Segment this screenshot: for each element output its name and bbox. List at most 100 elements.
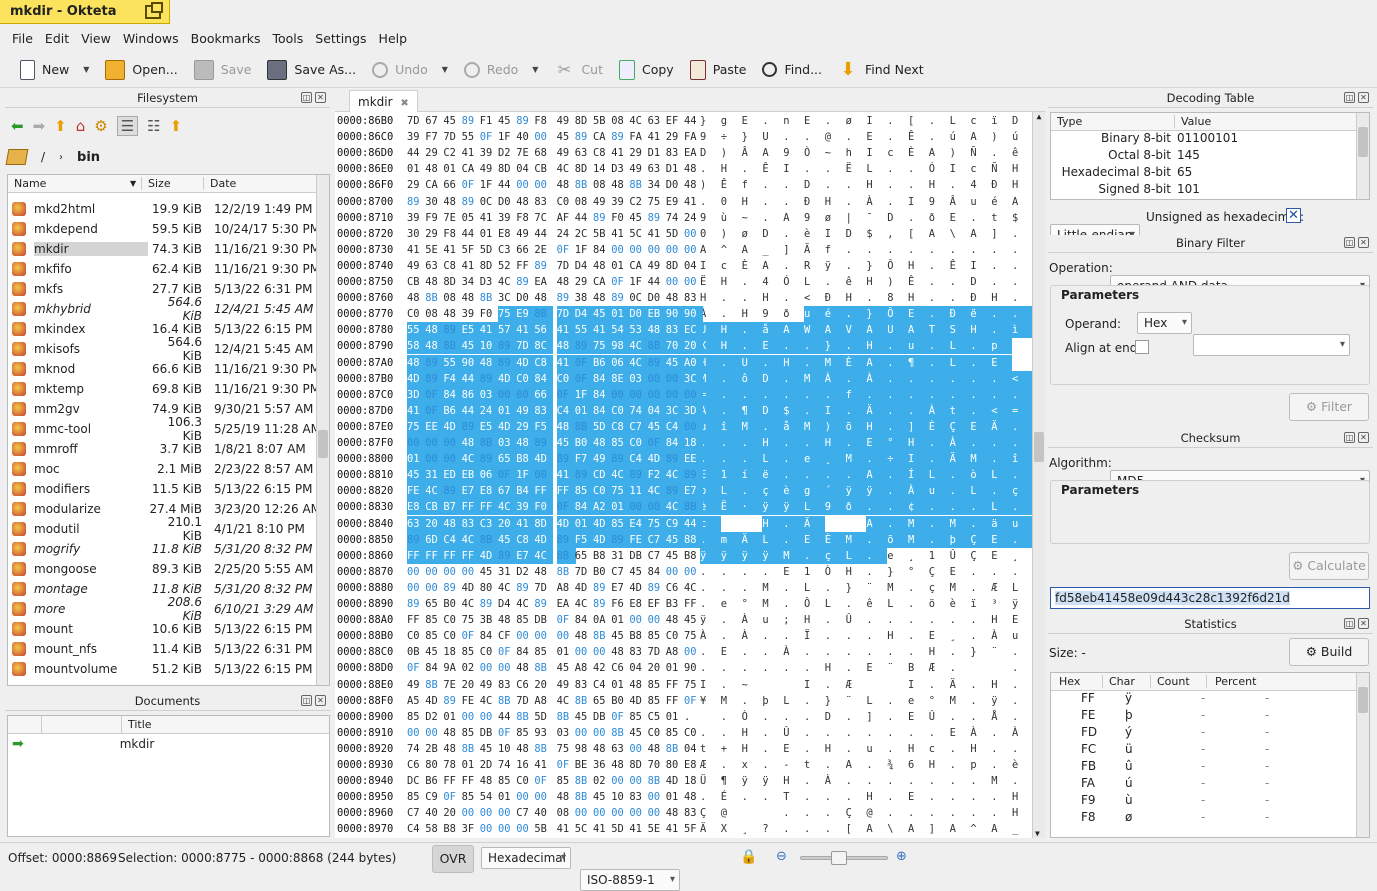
char-cell[interactable]: . [783,194,804,210]
char-cell[interactable]: . [804,547,825,564]
hex-byte[interactable]: FF [425,547,445,564]
char-cell[interactable]: X [721,821,742,837]
hex-byte[interactable]: EA [534,274,553,290]
hex-byte[interactable]: 48 [611,757,630,773]
hex-byte[interactable]: 8B [443,338,463,355]
back-arrow-icon[interactable]: ⬅ [11,117,24,135]
hex-byte[interactable]: 00 [684,564,703,580]
char-cell[interactable]: . [950,709,971,725]
char-cell[interactable]: . [804,725,825,741]
char-cell[interactable]: M [970,451,992,468]
char-cell[interactable]: . [887,741,908,757]
hex-byte[interactable]: 8D [480,258,499,274]
float-icon[interactable]: ◫ [1344,618,1355,629]
hex-byte[interactable]: 00 [647,386,667,403]
char-cell[interactable]: À [742,628,763,644]
char-cell[interactable]: . [970,628,991,644]
char-cell[interactable]: L [804,274,825,290]
char-cell[interactable]: D [846,226,867,242]
menu-settings[interactable]: Settings [309,28,372,50]
char-cell[interactable]: . [1012,226,1033,242]
char-cell[interactable]: ~ [825,145,846,161]
close-icon[interactable]: ✕ [315,695,326,706]
hex-byte[interactable]: FF [479,499,499,516]
char-cell[interactable]: I [866,145,887,161]
char-cell[interactable]: } [887,564,908,580]
hex-byte[interactable]: C0 [666,628,685,644]
hex-byte[interactable]: 8B [534,660,553,676]
char-cell[interactable]: . [1012,677,1033,693]
char-cell[interactable]: . [804,129,825,145]
char-cell[interactable]: . [825,580,846,596]
redo-dropdown-icon[interactable]: ▼ [532,65,538,74]
hex-byte[interactable]: 7D [556,306,576,323]
column-date[interactable]: Date [204,177,236,190]
char-cell[interactable]: . [825,161,846,177]
hex-byte[interactable]: 48 [425,322,445,339]
hex-byte[interactable]: 66 [443,177,462,193]
char-cell[interactable]: . [762,709,783,725]
hex-byte[interactable]: 41 [480,210,499,226]
char-cell[interactable]: È [845,354,867,371]
hex-byte[interactable]: 5D [593,418,612,435]
hex-byte[interactable]: EA [557,596,576,612]
hex-byte[interactable]: 4D [407,370,426,387]
char-cell[interactable]: Ç [846,805,867,821]
char-cell[interactable]: u [1012,628,1033,644]
hex-byte[interactable]: 8B [684,499,703,516]
hex-byte[interactable]: 49 [629,161,648,177]
char-cell[interactable]: Ô [804,596,825,612]
hex-byte[interactable]: 00 [498,821,517,837]
menu-windows[interactable]: Windows [117,28,185,50]
char-cell[interactable]: À [700,306,721,322]
hex-byte[interactable]: 29 [629,145,648,161]
char-cell[interactable]: L [950,113,971,129]
hex-byte[interactable]: 4C [461,531,481,548]
char-cell[interactable]: u [908,338,929,355]
char-cell[interactable]: H [866,789,887,805]
zoom-out-icon[interactable]: ⊖ [776,849,787,864]
hex-byte[interactable]: 54 [611,322,631,339]
char-cell[interactable]: H [721,161,742,177]
char-cell[interactable]: ] [991,226,1012,242]
hex-byte[interactable]: C6 [666,580,685,596]
hex-byte[interactable]: 39 [611,194,630,210]
hex-byte[interactable]: 8B [647,338,667,355]
hex-byte[interactable]: 0F [498,467,517,484]
char-cell[interactable]: . [928,370,950,387]
hex-byte[interactable]: 89 [647,354,667,371]
char-cell[interactable]: . [846,628,867,644]
hex-byte[interactable]: 83 [629,789,648,805]
hex-byte[interactable]: 45 [666,548,685,564]
char-cell[interactable]: ] [783,242,804,258]
file-row[interactable]: mount 10.6 KiB 5/13/22 6:15 PM [8,619,329,639]
hex-byte[interactable]: 45 [480,741,499,757]
char-cell[interactable]: Ä [950,677,971,693]
char-cell[interactable]: . [1012,644,1033,660]
file-row[interactable]: moc 2.1 MiB 2/23/22 8:57 AM [8,459,329,479]
statistics-scrollbar[interactable] [1356,673,1369,837]
char-cell[interactable]: . [887,242,908,258]
hex-byte[interactable]: 39 [516,499,536,516]
hex-byte[interactable]: 00 [629,805,648,821]
hex-byte[interactable]: C4 [665,418,685,435]
hex-byte[interactable]: 49 [648,258,667,274]
char-cell[interactable]: . [721,290,742,306]
hex-byte[interactable]: 45 [575,709,594,725]
hex-byte[interactable]: 89 [534,258,553,274]
char-cell[interactable]: å [762,322,784,339]
char-cell[interactable]: I [908,194,929,210]
hex-byte[interactable]: 0A [593,612,612,628]
hex-byte[interactable]: 48 [557,274,576,290]
char-cell[interactable]: ÿ [762,499,784,516]
char-cell[interactable]: M [908,531,929,548]
char-cell[interactable]: Ó [929,161,950,177]
char-cell[interactable]: Ó [783,274,804,290]
char-cell[interactable]: ) [991,129,1012,145]
hex-byte[interactable]: 24 [479,402,499,419]
hex-byte[interactable]: 85 [648,628,667,644]
hex-byte[interactable]: 7E [443,677,462,693]
hex-byte[interactable]: 4D [462,580,481,596]
char-cell[interactable]: c [887,145,908,161]
hex-byte[interactable]: 45 [425,644,444,660]
